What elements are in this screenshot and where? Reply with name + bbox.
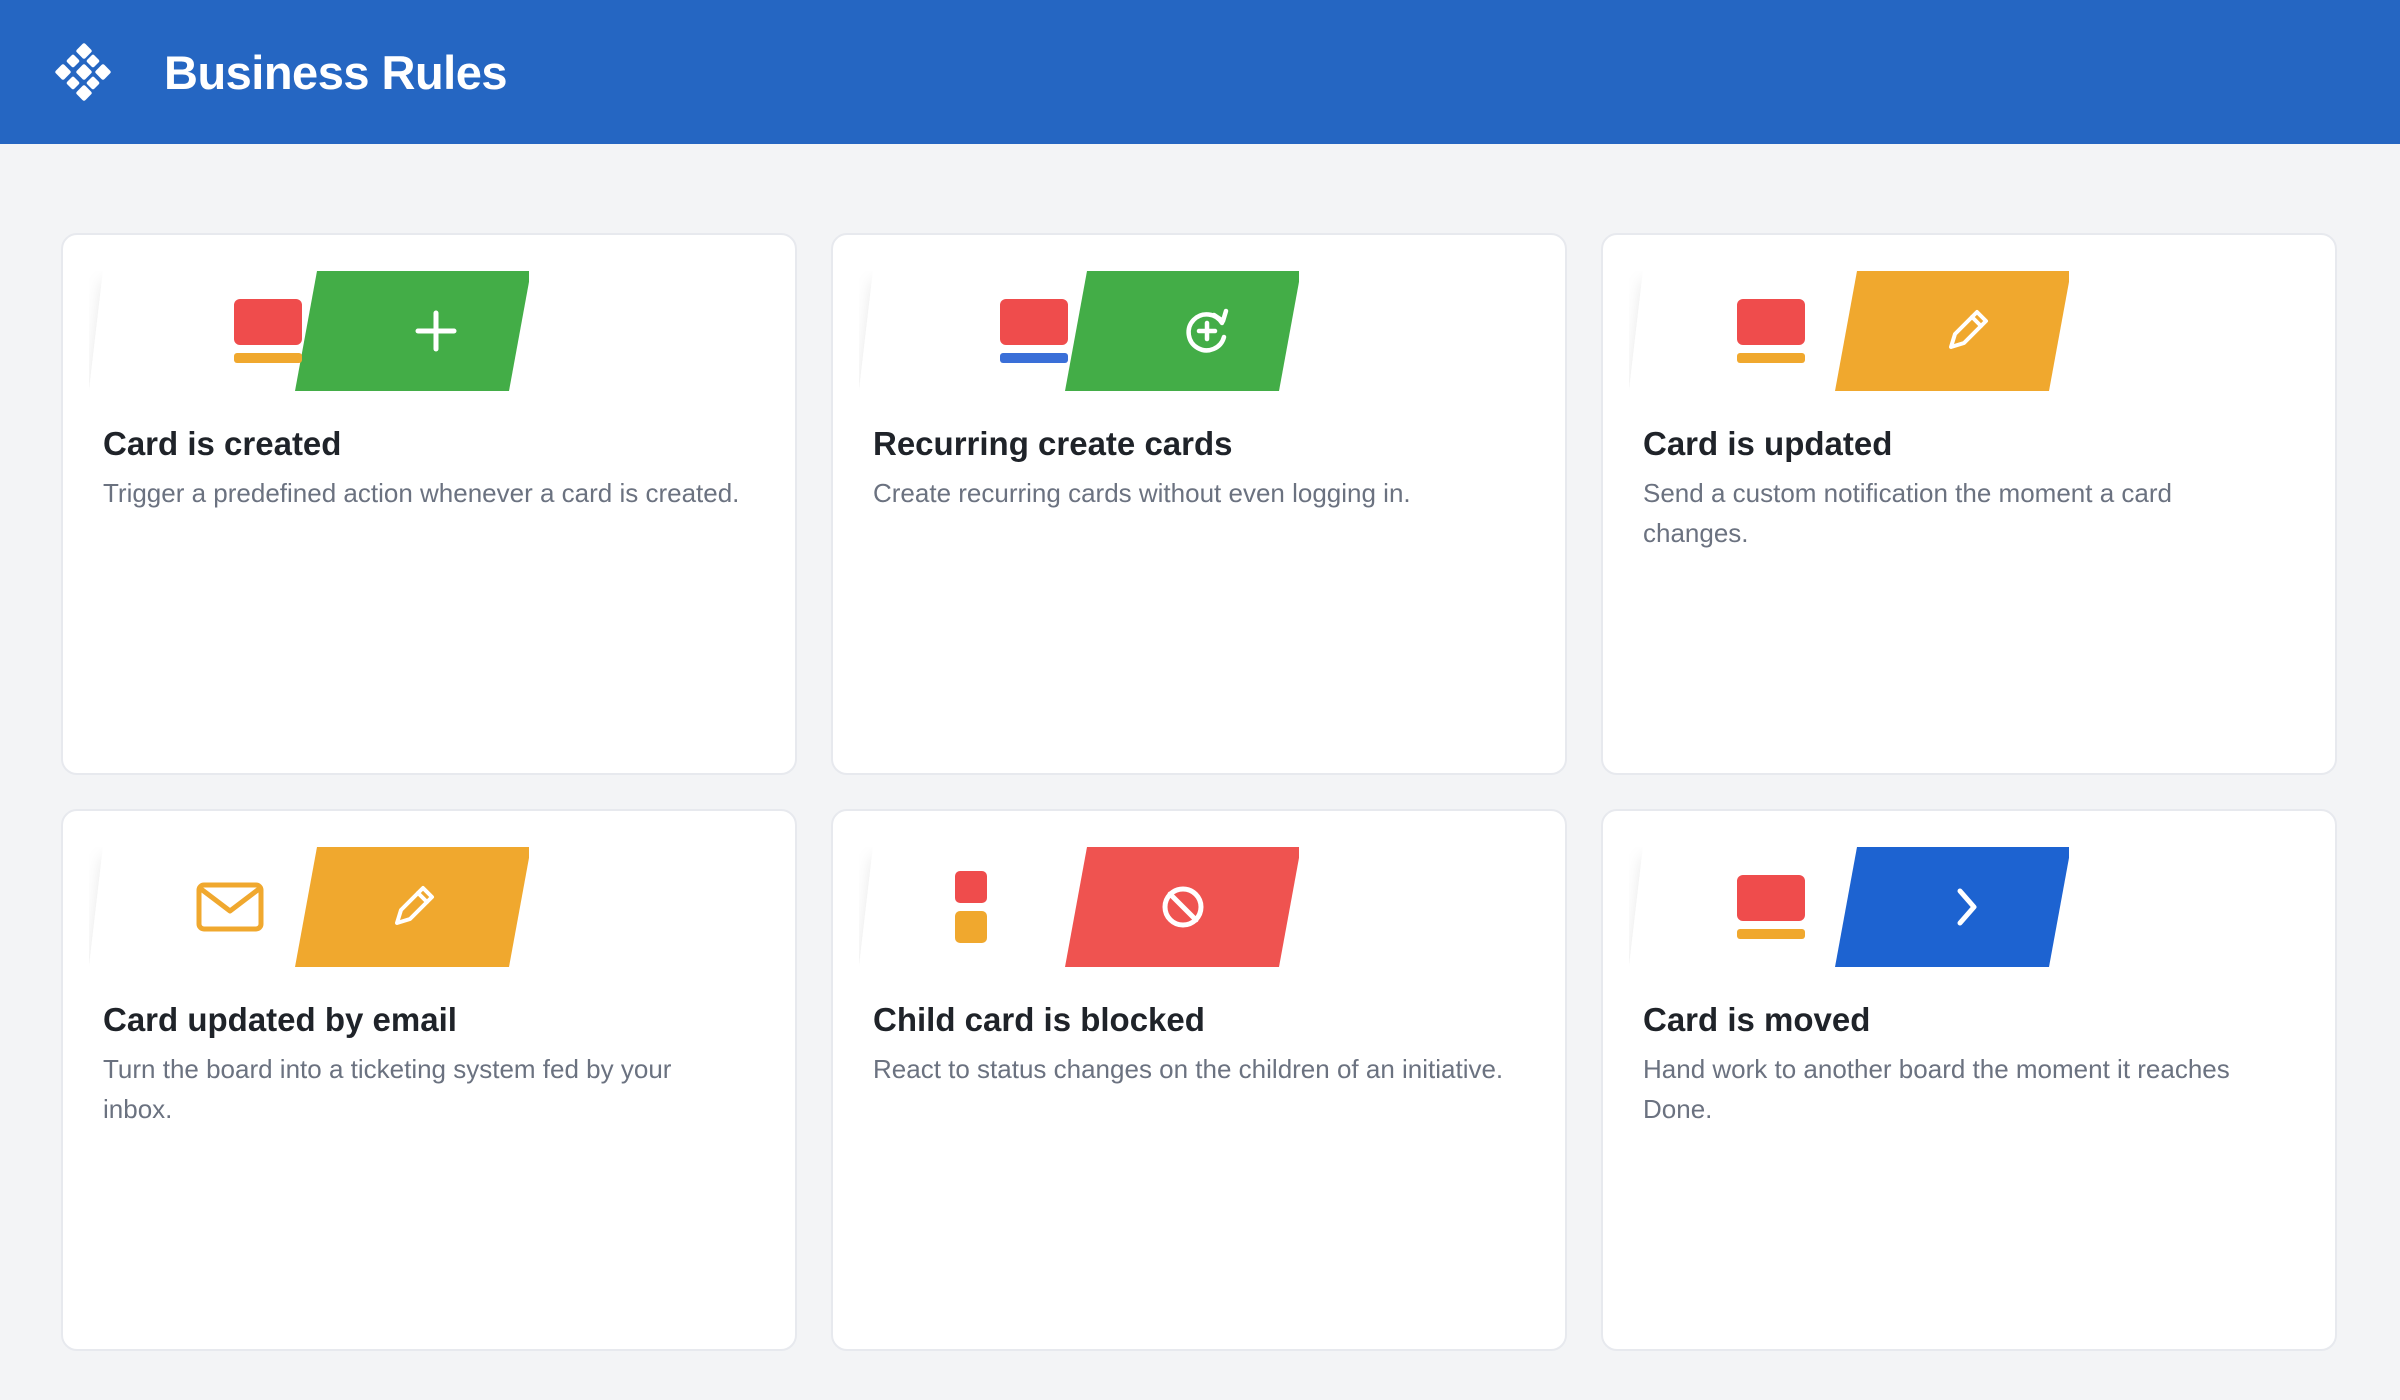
rule-card-recurring-create-cards[interactable]: Recurring create cards Create recurring … (831, 233, 1567, 775)
rule-card-card-is-moved[interactable]: Card is moved Hand work to another board… (1601, 809, 2337, 1351)
rule-card-card-is-created[interactable]: Card is created Trigger a predefined act… (61, 233, 797, 775)
rule-accent-band (1835, 847, 2069, 967)
app-header: Business Rules (0, 0, 2400, 144)
card-blue-icon (1000, 299, 1068, 363)
rule-title: Child card is blocked (873, 1001, 1205, 1038)
diamond-grid-icon[interactable] (52, 41, 114, 103)
page-title: Business Rules (164, 45, 508, 99)
rule-description: Turn the board into a ticketing system f… (103, 1054, 672, 1124)
rule-card-card-is-updated[interactable]: Card is updated Send a custom notificati… (1601, 233, 2337, 775)
rule-banner (859, 271, 1299, 391)
rule-accent-band (295, 271, 529, 391)
rule-card-card-updated-by-email[interactable]: Card updated by email Turn the board int… (61, 809, 797, 1351)
rule-banner (1629, 271, 2069, 391)
rule-accent-band (295, 847, 529, 967)
rule-description: Create recurring cards without even logg… (873, 478, 1411, 508)
rule-banner (89, 847, 529, 967)
card-amber-icon (1737, 875, 1805, 939)
rule-title: Card updated by email (103, 1001, 457, 1038)
rule-title: Card is created (103, 425, 342, 462)
rule-banner (1629, 847, 2069, 967)
card-amber-icon (1737, 299, 1805, 363)
rule-description: React to status changes on the children … (873, 1054, 1504, 1084)
card-amber-icon (234, 299, 302, 363)
rule-banner (89, 271, 529, 391)
rule-description: Trigger a predefined action whenever a c… (103, 478, 740, 508)
rules-grid: Card is created Trigger a predefined act… (61, 233, 2337, 1351)
rule-title: Card is updated (1643, 425, 1893, 462)
rule-description: Hand work to another board the moment it… (1643, 1054, 2230, 1124)
rule-card-child-card-is-blocked[interactable]: Child card is blocked React to status ch… (831, 809, 1567, 1351)
rule-accent-band (1835, 271, 2069, 391)
rule-banner (859, 847, 1299, 967)
rule-title: Recurring create cards (873, 425, 1233, 462)
rule-title: Card is moved (1643, 1001, 1871, 1038)
rule-accent-band (1065, 271, 1299, 391)
rule-description: Send a custom notification the moment a … (1643, 478, 2172, 548)
